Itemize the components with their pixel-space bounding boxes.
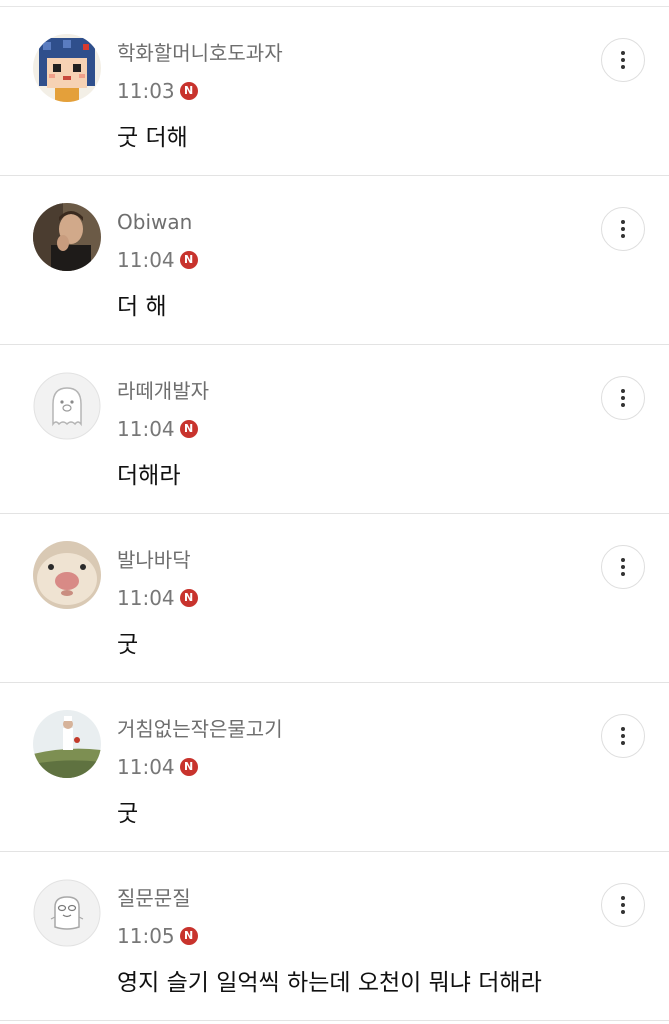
comment-meta: 11:04 N bbox=[117, 246, 198, 274]
comment-time: 11:04 bbox=[117, 586, 175, 610]
more-options-button[interactable] bbox=[601, 714, 645, 758]
comment-author[interactable]: 학화할머니호도과자 bbox=[117, 41, 283, 65]
more-options-button[interactable] bbox=[601, 883, 645, 927]
comment-item: 학화할머니호도과자 11:03 N 굿 더해 bbox=[0, 7, 669, 176]
comment-meta: 11:04 N bbox=[117, 415, 198, 443]
comment-text: 굿 더해 bbox=[117, 125, 188, 151]
new-badge: N bbox=[179, 420, 198, 438]
more-options-button[interactable] bbox=[601, 38, 645, 82]
comment-author[interactable]: 발나바닥 bbox=[117, 548, 191, 572]
comment-author[interactable]: 질문문질 bbox=[117, 886, 191, 910]
more-options-button[interactable] bbox=[601, 376, 645, 420]
comment-time: 11:03 bbox=[117, 79, 175, 103]
comment-meta: 11:05 N bbox=[117, 922, 198, 950]
more-vertical-icon bbox=[621, 896, 625, 914]
more-vertical-icon bbox=[621, 389, 625, 407]
hamster-photo-avatar-icon[interactable] bbox=[33, 541, 101, 609]
new-badge: N bbox=[179, 927, 198, 945]
comment-meta: 11:04 N bbox=[117, 584, 198, 612]
comment-text: 굿 bbox=[117, 632, 139, 658]
comment-text: 더 해 bbox=[117, 294, 167, 320]
comment-author[interactable]: 거침없는작은물고기 bbox=[117, 717, 283, 741]
comment-text: 더해라 bbox=[117, 463, 181, 489]
comment-item: Obiwan 11:04 N 더 해 bbox=[0, 176, 669, 345]
comment-list: 학화할머니호도과자 11:03 N 굿 더해 Obiwan 11:04 N 더 … bbox=[0, 0, 669, 1024]
comment-text: 영지 슬기 일억씩 하는데 오천이 뭐냐 더해라 bbox=[117, 970, 542, 996]
comment-text: 굿 bbox=[117, 801, 139, 827]
more-vertical-icon bbox=[621, 558, 625, 576]
new-badge: N bbox=[179, 589, 198, 607]
more-vertical-icon bbox=[621, 727, 625, 745]
more-options-button[interactable] bbox=[601, 207, 645, 251]
comment-author[interactable]: 라떼개발자 bbox=[117, 379, 209, 403]
new-badge: N bbox=[179, 251, 198, 269]
more-vertical-icon bbox=[621, 51, 625, 69]
more-options-button[interactable] bbox=[601, 545, 645, 589]
comment-item: 라떼개발자 11:04 N 더해라 bbox=[0, 345, 669, 514]
comment-item: 거침없는작은물고기 11:04 N 굿 bbox=[0, 683, 669, 852]
comment-item: 발나바닥 11:04 N 굿 bbox=[0, 514, 669, 683]
comment-item: 질문문질 11:05 N 영지 슬기 일억씩 하는데 오천이 뭐냐 더해라 bbox=[0, 852, 669, 1021]
new-badge: N bbox=[179, 82, 198, 100]
comment-time: 11:05 bbox=[117, 924, 175, 948]
comment-time: 11:04 bbox=[117, 755, 175, 779]
default-ghost-avatar-icon[interactable] bbox=[33, 372, 101, 440]
more-vertical-icon bbox=[621, 220, 625, 238]
comment-time: 11:04 bbox=[117, 248, 175, 272]
comment-meta: 11:03 N bbox=[117, 77, 198, 105]
man-photo-avatar-icon[interactable] bbox=[33, 203, 101, 271]
new-badge: N bbox=[179, 758, 198, 776]
comment-time: 11:04 bbox=[117, 417, 175, 441]
comment-meta: 11:04 N bbox=[117, 753, 198, 781]
field-photo-avatar-icon[interactable] bbox=[33, 710, 101, 778]
pixel-character-avatar-icon[interactable] bbox=[33, 34, 101, 102]
default-cat-avatar-icon[interactable] bbox=[33, 879, 101, 947]
comment-author[interactable]: Obiwan bbox=[117, 210, 192, 234]
